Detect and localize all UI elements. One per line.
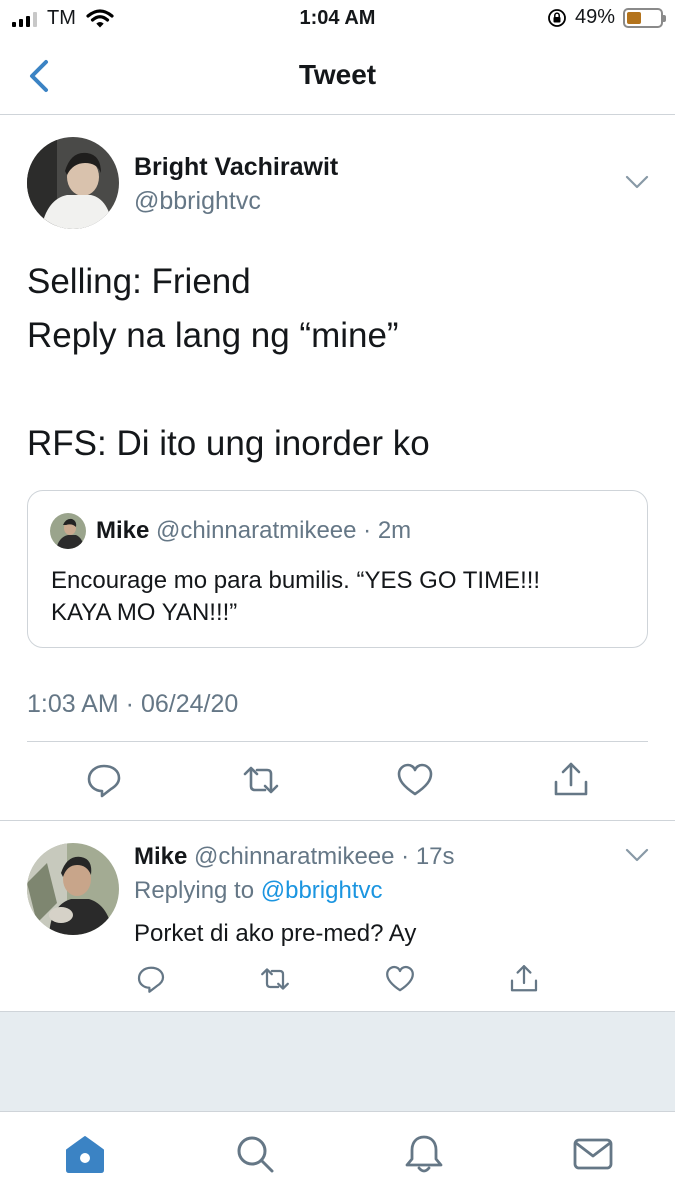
tab-messages[interactable] xyxy=(571,1132,615,1176)
tab-search[interactable] xyxy=(233,1132,277,1176)
tab-notifications[interactable] xyxy=(402,1132,446,1176)
share-icon xyxy=(510,965,538,992)
quoted-tweet-text-line: Encourage mo para bumilis. “YES GO TIME!… xyxy=(51,567,541,594)
reply-header: Mike @chinnaratmikeee · 17s xyxy=(134,843,455,871)
empty-area xyxy=(0,1011,675,1111)
nav-header: Tweet xyxy=(0,38,675,115)
notifications-icon xyxy=(405,1135,443,1173)
reply-author-name[interactable]: Mike xyxy=(134,843,187,870)
quoted-author-avatar xyxy=(50,513,86,549)
author-handle[interactable]: @bbrightvc xyxy=(134,187,261,216)
like-icon xyxy=(386,965,414,992)
messages-icon xyxy=(573,1138,613,1170)
reply-like-button[interactable] xyxy=(384,963,416,995)
reply-button[interactable] xyxy=(84,760,124,800)
divider xyxy=(27,741,648,742)
share-button[interactable] xyxy=(551,760,591,800)
reply-share-button[interactable] xyxy=(508,963,540,995)
orientation-lock-icon xyxy=(548,8,566,27)
reply-retweet-button[interactable] xyxy=(259,963,291,995)
reply-author-avatar[interactable] xyxy=(27,843,119,935)
page-title: Tweet xyxy=(298,59,377,90)
divider xyxy=(0,820,675,821)
status-bar: TM 1:04 AM 49% xyxy=(0,0,675,38)
replying-to-mention[interactable]: @bbrightvc xyxy=(261,877,383,904)
reply-author-meta: @chinnaratmikeee · 17s xyxy=(187,843,455,870)
author-name[interactable]: Bright Vachirawit xyxy=(134,153,338,182)
reply-options-button[interactable] xyxy=(622,840,652,870)
tab-home[interactable] xyxy=(63,1132,107,1176)
battery-percent: 49% xyxy=(574,6,615,28)
search-icon xyxy=(237,1136,274,1173)
battery-icon xyxy=(623,7,666,28)
replying-to-label: Replying to xyxy=(134,877,261,904)
home-icon xyxy=(66,1136,104,1173)
share-icon xyxy=(554,762,588,796)
tweet-text-line: Reply na lang ng “mine” xyxy=(27,316,399,355)
like-icon xyxy=(397,763,433,796)
retweet-button[interactable] xyxy=(241,760,281,800)
quoted-author-name: Mike xyxy=(96,517,150,544)
chevron-down-icon xyxy=(625,175,649,189)
retweet-icon xyxy=(261,968,289,990)
replying-to: Replying to @bbrightvc xyxy=(134,877,383,905)
tweet-options-button[interactable] xyxy=(622,167,652,197)
tweet-timestamp: 1:03 AM · 06/24/20 xyxy=(27,690,239,718)
tweet-text-line: Selling: Friend xyxy=(27,262,251,301)
quoted-author-meta: @chinnaratmikeee · 2m xyxy=(149,517,412,544)
tab-bar xyxy=(0,1111,675,1200)
retweet-icon xyxy=(243,766,279,794)
author-avatar[interactable] xyxy=(27,137,119,229)
reply-icon xyxy=(137,966,165,993)
quoted-tweet-card[interactable]: Mike @chinnaratmikeee · 2m Encourage mo … xyxy=(27,490,648,648)
tweet-text-line: RFS: Di ito ung inorder ko xyxy=(27,424,430,463)
chevron-down-icon xyxy=(625,848,649,862)
reply-reply-button[interactable] xyxy=(135,963,167,995)
quoted-tweet-header: Mike @chinnaratmikeee · 2m xyxy=(96,517,411,545)
quoted-tweet-text-line: KAYA MO YAN!!!” xyxy=(51,599,238,626)
like-button[interactable] xyxy=(395,760,435,800)
reply-icon xyxy=(87,764,121,798)
reply-text: Porket di ako pre-med? Ay xyxy=(134,920,417,947)
